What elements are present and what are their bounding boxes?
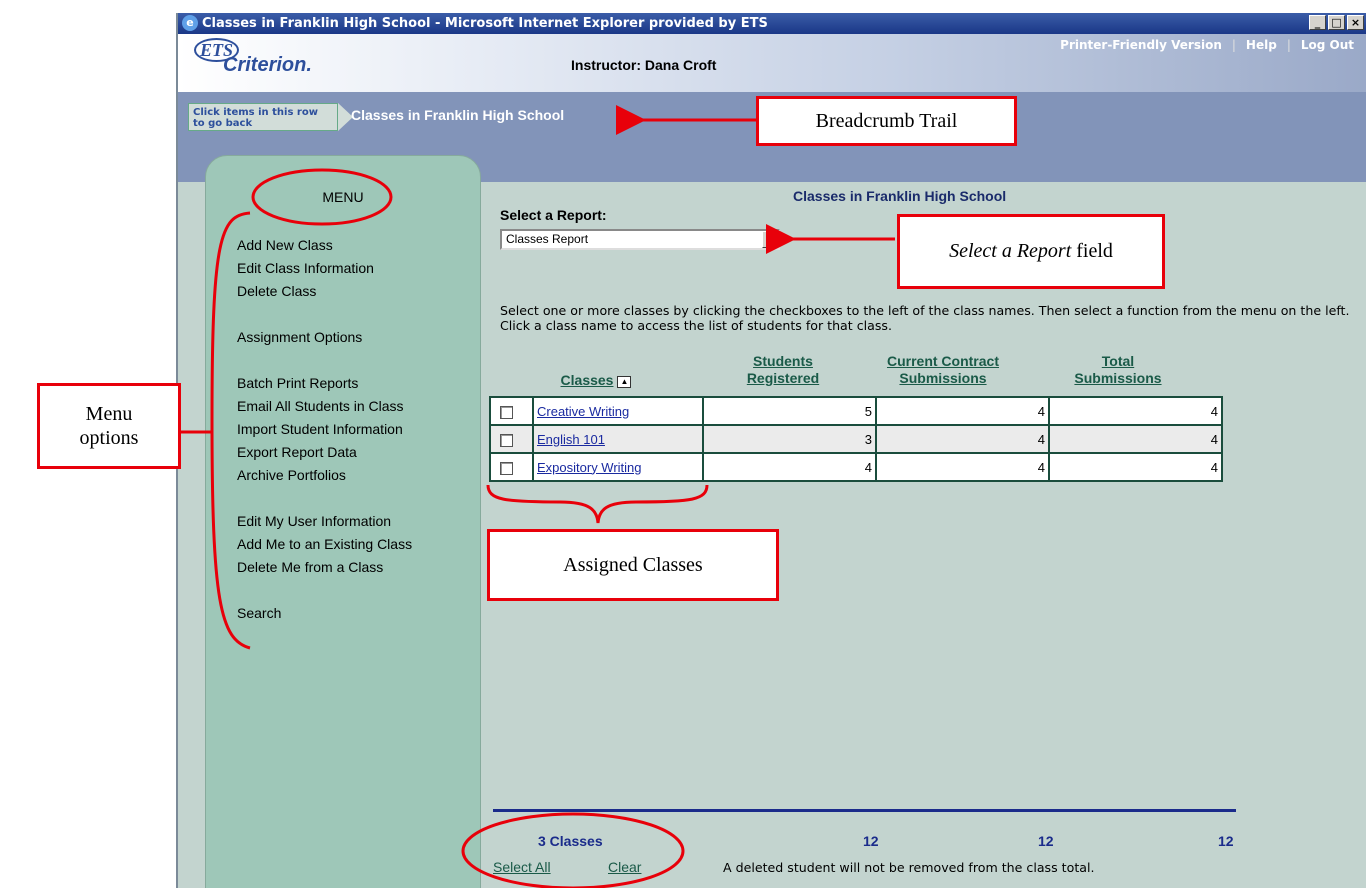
menu-item-delete-me-from-class[interactable]: Delete Me from a Class xyxy=(237,556,412,579)
link-separator: | xyxy=(1286,38,1291,52)
select-report-callout: Select a Report field xyxy=(897,214,1165,289)
menu-item-archive-portfolios[interactable]: Archive Portfolios xyxy=(237,464,412,487)
menu-item-email-all-students[interactable]: Email All Students in Class xyxy=(237,395,412,418)
assigned-classes-callout: Assigned Classes xyxy=(487,529,779,601)
menu-title: MENU xyxy=(322,189,364,205)
select-all-link[interactable]: Select All xyxy=(493,859,551,875)
class-name-link[interactable]: Creative Writing xyxy=(537,404,629,419)
students-value: 5 xyxy=(702,396,877,426)
contract-value: 4 xyxy=(875,396,1050,426)
students-value: 4 xyxy=(702,452,877,482)
total-value: 4 xyxy=(1048,452,1223,482)
top-links: Printer-Friendly Version | Help | Log Ou… xyxy=(1060,38,1354,52)
students-value: 3 xyxy=(702,424,877,454)
breadcrumb-hint[interactable]: Click items in this row to go back xyxy=(188,103,353,131)
column-header-students[interactable]: Students Registered xyxy=(718,353,848,387)
classes-table: Creative Writing 5 4 4 English 101 3 4 4… xyxy=(489,396,1223,482)
page-title: Classes in Franklin High School xyxy=(793,188,1007,204)
total-contract: 12 xyxy=(1038,833,1054,849)
window-controls: _ □ × xyxy=(1309,15,1364,30)
minimize-icon[interactable]: _ xyxy=(1309,15,1326,30)
clear-link[interactable]: Clear xyxy=(608,859,641,875)
class-name-link[interactable]: Expository Writing xyxy=(537,460,642,475)
total-value: 4 xyxy=(1048,424,1223,454)
table-row: Expository Writing 4 4 4 xyxy=(489,452,1223,482)
report-select[interactable]: Classes Report ▼ xyxy=(500,229,780,250)
column-header-contract[interactable]: Current Contract Submissions xyxy=(868,353,1018,387)
total-value: 4 xyxy=(1048,396,1223,426)
total-submissions: 12 xyxy=(1218,833,1234,849)
app-header: ETS Criterion. Instructor: Dana Croft Pr… xyxy=(178,34,1366,92)
contract-value: 4 xyxy=(875,452,1050,482)
menu-panel: MENU Add New Class Edit Class Informatio… xyxy=(205,155,481,888)
column-header-total[interactable]: Total Submissions xyxy=(1058,353,1178,387)
row-checkbox[interactable] xyxy=(500,461,513,475)
maximize-icon[interactable]: □ xyxy=(1328,15,1345,30)
contract-value: 4 xyxy=(875,424,1050,454)
row-checkbox[interactable] xyxy=(500,405,513,419)
menu-list: Add New Class Edit Class Information Del… xyxy=(237,234,412,625)
menu-item-import-student-information[interactable]: Import Student Information xyxy=(237,418,412,441)
row-checkbox[interactable] xyxy=(500,433,513,447)
instructor-name: Instructor: Dana Croft xyxy=(571,57,717,73)
total-classes: 3 Classes xyxy=(538,833,603,849)
class-name-link[interactable]: English 101 xyxy=(537,432,605,447)
menu-item-search[interactable]: Search xyxy=(237,602,412,625)
footer-divider xyxy=(493,809,1236,812)
menu-item-export-report-data[interactable]: Export Report Data xyxy=(237,441,412,464)
criterion-logo: Criterion. xyxy=(223,54,312,76)
link-separator: | xyxy=(1231,38,1236,52)
close-icon[interactable]: × xyxy=(1347,15,1364,30)
menu-options-callout: Menu options xyxy=(37,383,181,469)
chevron-down-icon[interactable]: ▼ xyxy=(762,231,778,248)
window-title: Classes in Franklin High School - Micros… xyxy=(202,16,768,31)
footer-note: A deleted student will not be removed fr… xyxy=(723,860,1095,875)
printer-friendly-link[interactable]: Printer-Friendly Version xyxy=(1060,38,1222,52)
menu-item-delete-class[interactable]: Delete Class xyxy=(237,280,412,303)
menu-item-add-new-class[interactable]: Add New Class xyxy=(237,234,412,257)
menu-item-edit-class-information[interactable]: Edit Class Information xyxy=(237,257,412,280)
table-row: English 101 3 4 4 xyxy=(489,424,1223,454)
report-select-value: Classes Report xyxy=(506,232,589,246)
menu-item-edit-my-user-information[interactable]: Edit My User Information xyxy=(237,510,412,533)
menu-item-add-me-to-class[interactable]: Add Me to an Existing Class xyxy=(237,533,412,556)
breadcrumb-trail-callout: Breadcrumb Trail xyxy=(756,96,1017,146)
title-bar: e Classes in Franklin High School - Micr… xyxy=(178,13,1366,34)
total-students: 12 xyxy=(863,833,879,849)
instructions-text: Select one or more classes by clicking t… xyxy=(500,303,1350,333)
menu-item-batch-print-reports[interactable]: Batch Print Reports xyxy=(237,372,412,395)
help-link[interactable]: Help xyxy=(1246,38,1277,52)
breadcrumb-current: Classes in Franklin High School xyxy=(351,107,565,123)
column-header-classes[interactable]: Classes ▲ xyxy=(541,372,651,389)
report-label: Select a Report: xyxy=(500,207,607,223)
logout-link[interactable]: Log Out xyxy=(1301,38,1354,52)
ie-icon: e xyxy=(182,15,198,31)
sort-up-icon[interactable]: ▲ xyxy=(617,376,632,388)
menu-item-assignment-options[interactable]: Assignment Options xyxy=(237,326,412,349)
table-row: Creative Writing 5 4 4 xyxy=(489,396,1223,426)
